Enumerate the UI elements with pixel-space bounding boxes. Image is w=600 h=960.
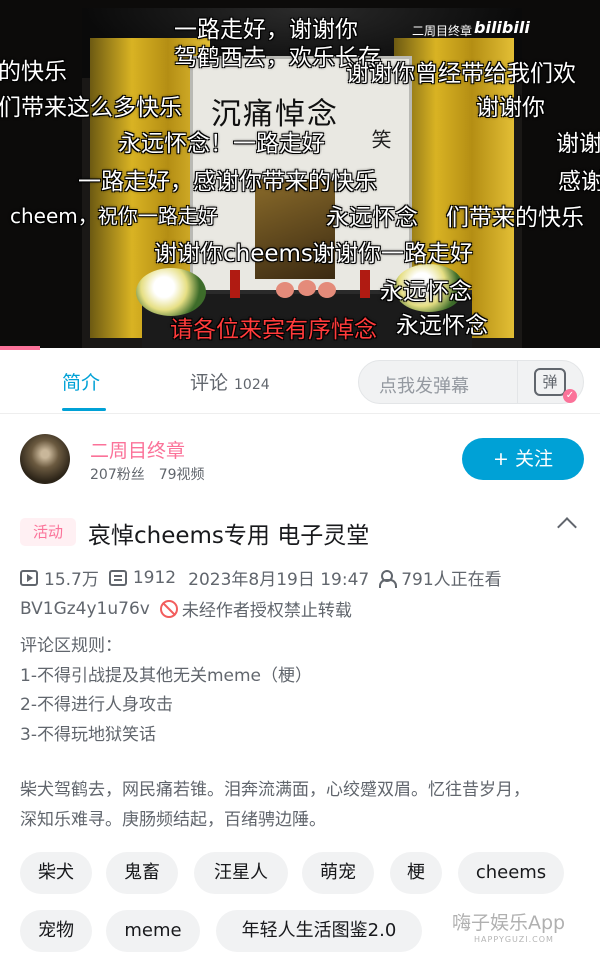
danmaku-toggle-label: 弹 [542,373,558,391]
tab-comments-label: 评论 [190,372,229,394]
danmaku: 的快乐 [0,59,67,85]
danmaku: 谢谢你cheems [154,241,313,267]
danmaku: 谢谢你曾经带给我们欢 [346,61,576,87]
danmaku-toggle-button[interactable]: 弹 ✓ [517,361,583,403]
bvid[interactable]: BV1Gz4y1u76v [20,599,150,619]
tab-comments[interactable]: 评论 1024 [190,368,270,395]
comments-count: 1024 [234,377,270,393]
rule-item: 1-不得引战提及其他无关meme（梗） [20,665,312,686]
site-watermark-url: HAPPYGUZI.COM [474,935,554,944]
chevron-up-icon[interactable] [557,517,577,537]
danmaku: 永远怀念 [326,205,418,231]
danmaku-toggle-icon: 弹 [534,368,566,396]
tag-chip[interactable]: cheems [458,852,564,894]
rules-title: 评论区规则： [20,636,122,656]
author-videos: 79视频 [158,467,205,483]
tag-chip[interactable]: 鬼畜 [106,852,178,894]
people-icon [379,569,398,588]
tab-intro[interactable]: 简介 [62,368,100,395]
activity-badge[interactable]: 活动 [20,518,76,546]
danmaku-count-icon [108,569,127,586]
publish-date: 2023年8月19日 19:47 [188,570,370,590]
watching-count: 791人正在看 [401,570,502,590]
view-count: 15.7万 [44,570,99,590]
follow-button[interactable]: + 关注 [462,438,584,480]
fruit-offering [318,282,336,298]
tab-bar: 简介 评论 1024 点我发弹幕 弹 ✓ [0,350,600,414]
video-player[interactable]: 沉痛悼念 笑 二周目终章 bilibili 一路走好，谢谢你 驾鹤西去，欢乐长存… [0,0,600,348]
danmaku-input[interactable]: 点我发弹幕 弹 ✓ [358,360,584,404]
tag-chip[interactable]: 宠物 [20,910,92,952]
rule-item: 2-不得进行人身攻击 [20,695,173,715]
video-meta-row: 15.7万 1912 2023年8月19日 19:47 791人正在看 [20,565,502,590]
danmaku: cheem，祝你一路走好 [10,204,218,228]
danmaku-count: 1912 [132,567,177,588]
tag-chip[interactable]: 梗 [390,852,442,894]
danmaku: 永远怀念 [396,313,488,339]
danmaku: 谢谢 [556,131,600,157]
danmaku: 感谢 [558,169,600,195]
bilibili-logo: bilibili [474,18,530,37]
danmaku: 永远怀念！一路走好 [118,131,325,157]
check-icon: ✓ [563,389,577,403]
video-title: 哀悼cheems专用 电子灵堂 [88,523,370,549]
memorial-scroll-side-text: 笑 [368,129,392,149]
fruit-offering [298,280,316,296]
tag-chip[interactable]: meme [106,910,200,952]
fruit-offering [276,282,294,298]
tag-chip[interactable]: 年轻人生活图鉴2.0 [216,910,422,952]
danmaku-input-placeholder: 点我发弹幕 [379,376,469,397]
video-description: 评论区规则： 1-不得引战提及其他无关meme（梗） 2-不得进行人身攻击 3-… [20,632,590,835]
copyright-notice: 未经作者授权禁止转载 [181,601,352,621]
candle-left [230,270,240,298]
rule-item: 3-不得玩地狱笑话 [20,724,156,745]
danmaku: 们带来这么多快乐 [0,95,182,121]
danmaku: 请各位来宾有序悼念 [170,317,377,343]
danmaku: 一路走好，感谢你带来的快乐 [78,169,377,195]
poem-line: 柴犬驾鹤去，网民痛若锥。泪奔流满面，心绞蹙双眉。忆往昔岁月， [20,780,530,800]
danmaku: 们带来的快乐 [446,205,584,231]
tag-chip[interactable]: 柴犬 [20,852,92,894]
author-followers: 207粉丝 [90,467,145,483]
danmaku: 永远怀念 [380,279,472,305]
tag-chip[interactable]: 汪星人 [194,852,288,894]
tag-chip[interactable]: 萌宠 [302,852,374,894]
tab-active-indicator [62,408,106,411]
forbidden-icon [159,599,178,618]
bvid-row: BV1Gz4y1u76v 未经作者授权禁止转载 [20,596,352,622]
author-name[interactable]: 二周目终章 [90,436,185,463]
play-count-icon [20,569,38,586]
site-watermark: 嗨子娱乐App [452,912,566,934]
poem-line: 深知乐难寻。庚肠频结起，百绪骋边陲。 [20,809,326,830]
danmaku: 谢谢你 [476,95,545,121]
candle-right [360,270,370,298]
author-avatar[interactable] [20,434,70,484]
video-watermark-channel: 二周目终章 [412,24,473,38]
author-stats: 207粉丝 79视频 [90,464,205,484]
danmaku: 谢谢你一路走好 [312,241,473,267]
flower-bouquet-left [136,268,206,316]
